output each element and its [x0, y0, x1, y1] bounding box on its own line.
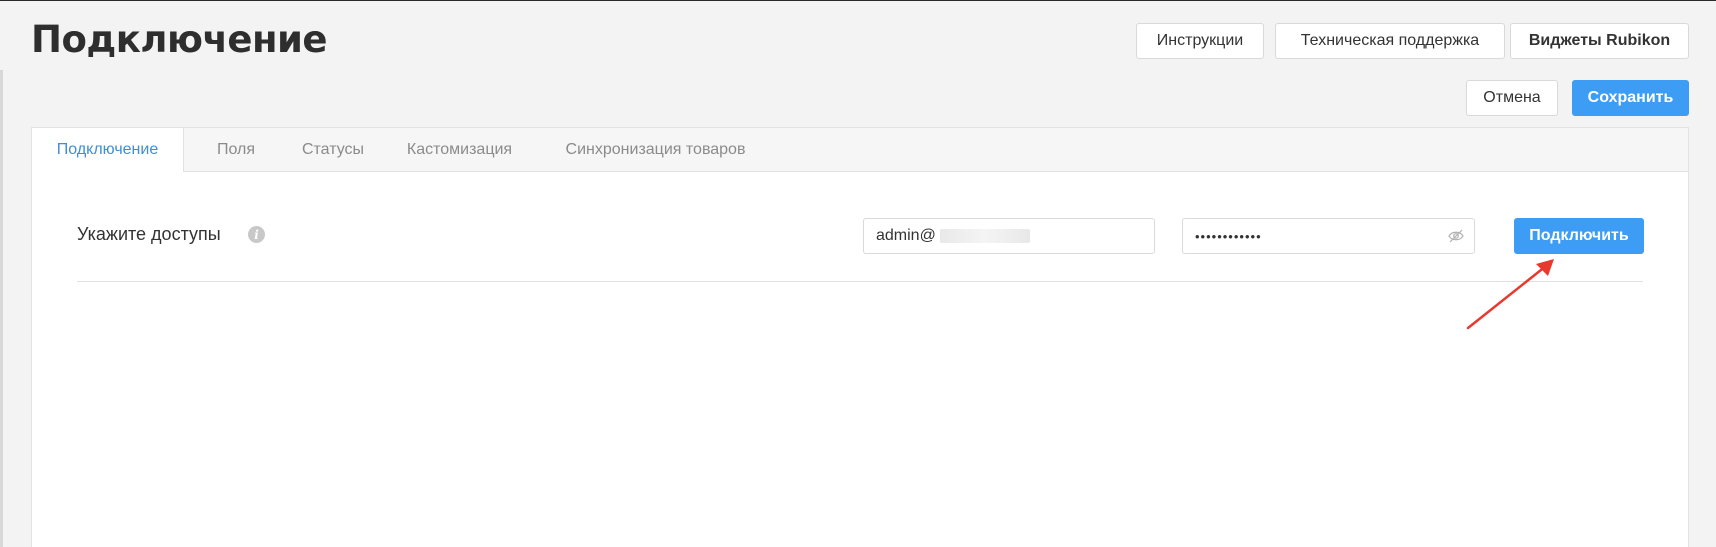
tab-bar: Подключение Поля Статусы Кастомизация Си…	[32, 128, 1688, 172]
tab-fields[interactable]: Поля	[191, 128, 281, 172]
password-value: ••••••••••••	[1195, 228, 1262, 244]
password-input[interactable]: ••••••••••••	[1182, 218, 1475, 254]
settings-card: Подключение Поля Статусы Кастомизация Си…	[31, 127, 1689, 547]
page-title: Подключение	[31, 18, 328, 61]
left-edge	[0, 70, 3, 547]
instructions-button[interactable]: Инструкции	[1136, 23, 1264, 59]
tab-connection[interactable]: Подключение	[32, 128, 184, 172]
save-button[interactable]: Сохранить	[1572, 80, 1689, 116]
connect-button[interactable]: Подключить	[1514, 218, 1644, 254]
eye-off-icon[interactable]	[1448, 229, 1464, 243]
cancel-button[interactable]: Отмена	[1466, 80, 1558, 116]
login-value: admin@	[876, 227, 936, 244]
login-input[interactable]: admin@	[863, 218, 1155, 254]
row-divider	[77, 281, 1643, 282]
tab-customization[interactable]: Кастомизация	[387, 128, 532, 172]
credentials-label: Укажите доступы	[77, 224, 221, 244]
tab-product-sync[interactable]: Синхронизация товаров	[539, 128, 772, 172]
widgets-button[interactable]: Виджеты Rubikon	[1510, 23, 1689, 59]
tab-statuses[interactable]: Статусы	[282, 128, 384, 172]
info-icon[interactable]: i	[248, 226, 265, 243]
support-button[interactable]: Техническая поддержка	[1275, 23, 1505, 59]
login-redacted	[939, 229, 1030, 243]
window-top-border	[0, 0, 1716, 1]
annotation-arrow-icon	[1466, 259, 1554, 330]
